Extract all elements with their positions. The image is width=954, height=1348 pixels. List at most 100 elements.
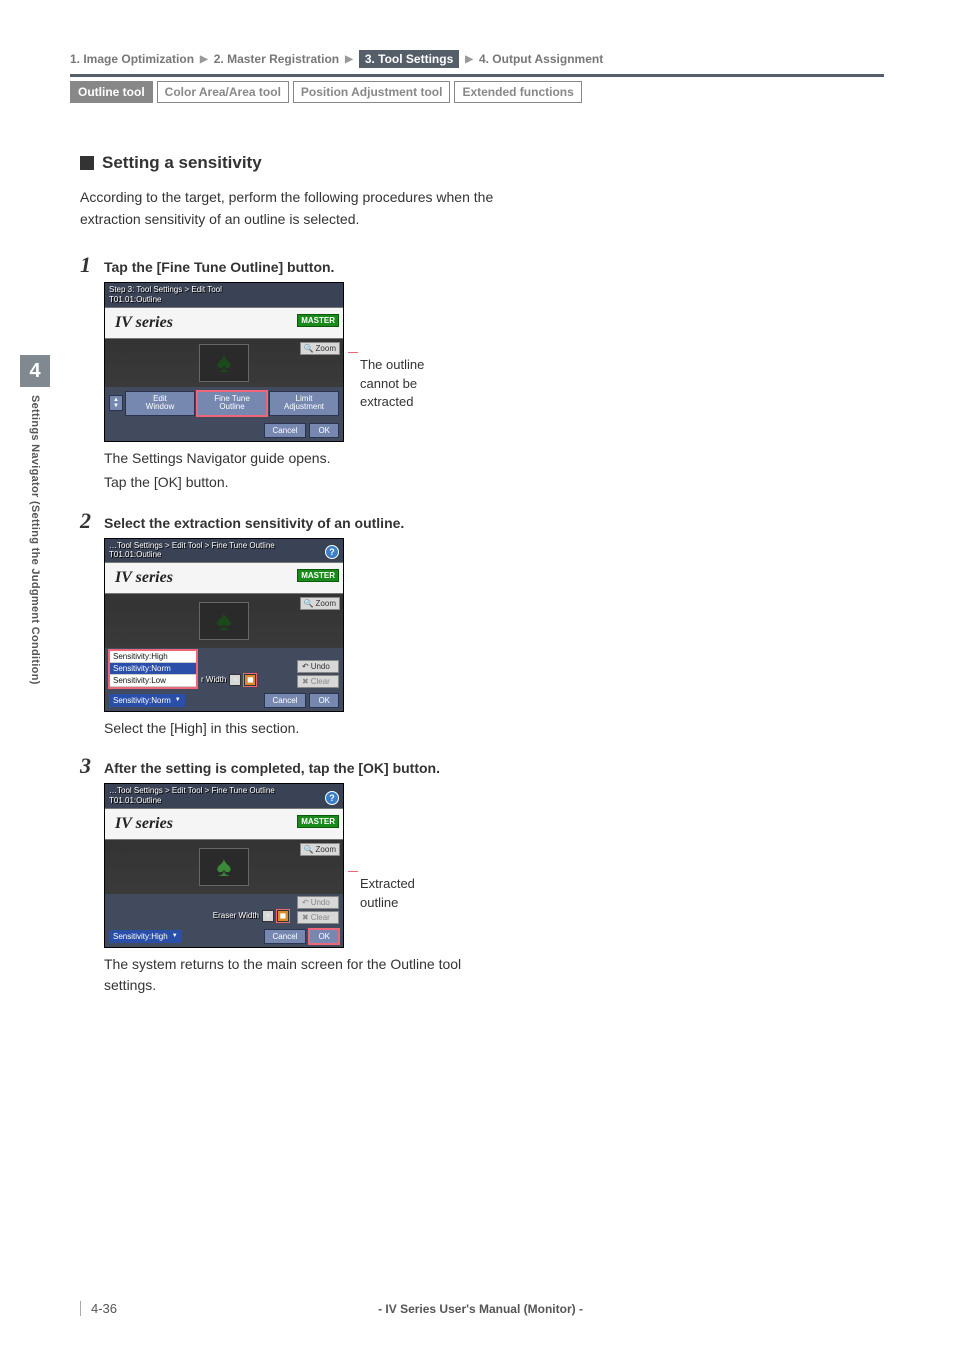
magnifier-icon: 🔍: [304, 344, 314, 353]
clear-button[interactable]: ✖Clear: [297, 675, 339, 688]
chevron-right-icon: ▶: [200, 54, 208, 65]
bc-item-2: 2. Master Registration: [214, 52, 339, 66]
tab-extended-functions[interactable]: Extended functions: [454, 81, 581, 103]
step-number: 2: [80, 508, 98, 534]
eraser-size-large[interactable]: ◼: [244, 674, 256, 686]
eraser-size-small[interactable]: ▫: [262, 910, 274, 922]
screenshot-header: …Tool Settings > Edit Tool > Fine Tune O…: [105, 539, 343, 562]
sensitivity-current: Sensitivity:Norm: [113, 696, 171, 705]
screenshot-fine-tune-3: …Tool Settings > Edit Tool > Fine Tune O…: [104, 783, 344, 947]
sensitivity-list[interactable]: Sensitivity:High Sensitivity:Norm Sensit…: [109, 650, 197, 688]
screenshot-breadcrumb: …Tool Settings > Edit Tool > Fine Tune O…: [109, 786, 339, 796]
undo-button[interactable]: ↶Undo: [297, 896, 339, 909]
step-title: Tap the [Fine Tune Outline] button.: [104, 259, 334, 275]
screenshot-tool-id: T01.01:Outline: [109, 550, 339, 560]
tool-tab-row: Outline tool Color Area/Area tool Positi…: [70, 81, 884, 103]
eraser-size-small[interactable]: ▫: [229, 674, 241, 686]
zoom-button[interactable]: 🔍Zoom: [300, 597, 340, 610]
master-badge: MASTER: [297, 815, 339, 828]
eraser-width-label: Eraser Width: [213, 911, 259, 920]
chapter-title: Settings Navigator (Setting the Judgment…: [29, 387, 41, 685]
callout-line: [348, 352, 358, 353]
ok-button[interactable]: OK: [309, 423, 339, 438]
undo-button[interactable]: ↶Undo: [297, 660, 339, 673]
ok-button[interactable]: OK: [309, 693, 339, 708]
clear-icon: ✖: [302, 677, 309, 686]
spade-icon: ♠: [217, 349, 232, 377]
spade-icon: ♠: [217, 853, 232, 881]
undo-label: Undo: [311, 898, 330, 907]
zoom-label: Zoom: [316, 344, 336, 353]
sensitivity-option-low[interactable]: Sensitivity:Low: [110, 675, 196, 687]
zoom-label: Zoom: [316, 599, 336, 608]
page-footer: 4-36 - IV Series User's Manual (Monitor)…: [80, 1301, 884, 1316]
divider: [70, 74, 884, 77]
step-note: Select the [High] in this section.: [104, 718, 510, 740]
sensitivity-dropdown[interactable]: Sensitivity:Norm ▼: [109, 694, 185, 707]
bc-item-3: 3. Tool Settings: [359, 50, 459, 68]
bc-item-4: 4. Output Assignment: [479, 52, 603, 66]
clear-button[interactable]: ✖Clear: [297, 911, 339, 924]
edit-window-button[interactable]: Edit Window: [125, 391, 195, 417]
screenshot-breadcrumb: …Tool Settings > Edit Tool > Fine Tune O…: [109, 541, 339, 551]
undo-icon: ↶: [302, 898, 309, 907]
breadcrumb: 1. Image Optimization ▶ 2. Master Regist…: [70, 50, 884, 68]
ok-button[interactable]: OK: [309, 929, 339, 944]
chapter-number: 4: [20, 355, 50, 387]
magnifier-icon: 🔍: [304, 845, 314, 854]
cancel-button[interactable]: Cancel: [264, 693, 307, 708]
screenshot-breadcrumb: Step 3: Tool Settings > Edit Tool: [109, 285, 339, 295]
step-title: Select the extraction sensitivity of an …: [104, 515, 404, 531]
tab-position-adjustment[interactable]: Position Adjustment tool: [293, 81, 451, 103]
callout-line: [348, 871, 358, 872]
square-bullet-icon: [80, 156, 94, 170]
device-logo: IV series MASTER: [105, 307, 343, 339]
tab-color-area[interactable]: Color Area/Area tool: [157, 81, 289, 103]
clear-icon: ✖: [302, 913, 309, 922]
screenshot-header: Step 3: Tool Settings > Edit Tool T01.01…: [105, 283, 343, 306]
limit-adjustment-button[interactable]: Limit Adjustment: [269, 391, 339, 417]
chevron-right-icon: ▶: [345, 54, 353, 65]
step-number: 3: [80, 753, 98, 779]
image-thumbnail: ♠: [199, 848, 249, 886]
screenshot-header: …Tool Settings > Edit Tool > Fine Tune O…: [105, 784, 343, 807]
clear-label: Clear: [311, 677, 330, 686]
help-icon[interactable]: ?: [325, 545, 339, 559]
clear-label: Clear: [311, 913, 330, 922]
logo-text: IV series: [115, 815, 173, 832]
eraser-size-large[interactable]: ◼: [277, 910, 289, 922]
chevron-down-icon: ▼: [172, 933, 178, 939]
sensitivity-option-high[interactable]: Sensitivity:High: [110, 651, 196, 663]
master-badge: MASTER: [297, 569, 339, 582]
master-badge: MASTER: [297, 314, 339, 327]
screenshot-fine-tune-2: …Tool Settings > Edit Tool > Fine Tune O…: [104, 538, 344, 712]
help-icon[interactable]: ?: [325, 791, 339, 805]
fine-tune-outline-button[interactable]: Fine Tune Outline: [197, 391, 267, 417]
bc-item-1: 1. Image Optimization: [70, 52, 194, 66]
zoom-label: Zoom: [316, 845, 336, 854]
undo-icon: ↶: [302, 662, 309, 671]
screenshot-tool-id: T01.01:Outline: [109, 295, 339, 305]
cancel-button[interactable]: Cancel: [264, 423, 307, 438]
sensitivity-option-norm[interactable]: Sensitivity:Norm: [110, 663, 196, 675]
screenshot-tool-id: T01.01:Outline: [109, 796, 339, 806]
sensitivity-dropdown[interactable]: Sensitivity:High ▼: [109, 930, 182, 943]
callout-text: The outline cannot be extracted: [360, 352, 450, 411]
spinner-control[interactable]: ▲▼: [109, 395, 123, 411]
tab-outline-tool[interactable]: Outline tool: [70, 81, 153, 103]
magnifier-icon: 🔍: [304, 599, 314, 608]
image-canvas: ♠ 🔍Zoom: [105, 339, 343, 387]
zoom-button[interactable]: 🔍Zoom: [300, 843, 340, 856]
device-logo: ? IV series MASTER: [105, 562, 343, 594]
screenshot-fine-tune-1: Step 3: Tool Settings > Edit Tool T01.01…: [104, 282, 344, 442]
section-title: Setting a sensitivity: [102, 153, 262, 173]
zoom-button[interactable]: 🔍Zoom: [300, 342, 340, 355]
step-title: After the setting is completed, tap the …: [104, 760, 440, 776]
document-title: - IV Series User's Manual (Monitor) -: [378, 1302, 583, 1316]
sensitivity-current: Sensitivity:High: [113, 932, 168, 941]
cancel-button[interactable]: Cancel: [264, 929, 307, 944]
step-note: The Settings Navigator guide opens.: [104, 448, 510, 470]
image-thumbnail: ♠: [199, 602, 249, 640]
page-number: 4-36: [91, 1301, 117, 1316]
image-canvas: ♠ 🔍Zoom: [105, 840, 343, 894]
